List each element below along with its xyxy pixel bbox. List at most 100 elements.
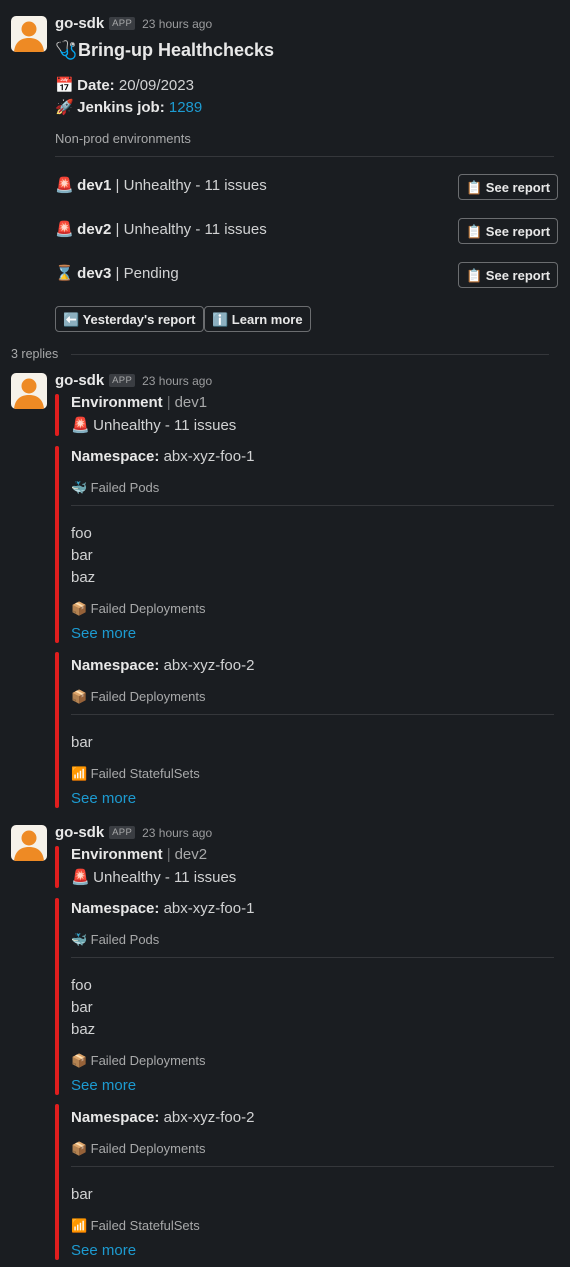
environment-label: Environment — [71, 394, 163, 411]
learn-more-button[interactable]: ℹ️ Learn more — [204, 306, 311, 332]
category-text: Failed Deployments — [90, 1141, 206, 1156]
category-text: Failed Deployments — [90, 601, 206, 616]
category-text: Failed Pods — [90, 480, 160, 495]
status-text: Unhealthy - 11 issues — [93, 417, 237, 434]
replies-count[interactable]: 3 replies — [11, 347, 58, 361]
package-icon: 📦 — [71, 602, 88, 617]
env-status: | Unhealthy - 11 issues — [115, 177, 267, 194]
env-status: | Unhealthy - 11 issues — [115, 221, 267, 238]
attachment-bar — [55, 446, 59, 643]
category-text: Failed StatefulSets — [90, 1218, 200, 1233]
app-badge: APP — [109, 826, 136, 839]
timestamp[interactable]: 23 hours ago — [142, 374, 212, 388]
username[interactable]: go-sdk — [55, 15, 104, 32]
environment-label: Environment — [71, 846, 163, 863]
list-item: baz — [71, 1021, 96, 1038]
date-value: 20/09/2023 — [118, 77, 194, 94]
date-label: Date: — [77, 77, 115, 94]
timestamp[interactable]: 23 hours ago — [142, 17, 212, 31]
failed-deployments-label: 📦 Failed Deployments — [71, 1053, 206, 1069]
rocket-icon: 🚀 — [55, 98, 74, 116]
environment-status: 🚨 Unhealthy - 11 issues — [71, 868, 236, 886]
stethoscope-icon: 🩺 — [55, 40, 78, 61]
status-text: Unhealthy - 11 issues — [93, 869, 237, 886]
signal-bars-icon: 📶 — [71, 1219, 88, 1234]
jenkins-line: 🚀 Jenkins job: 1289 — [55, 98, 202, 116]
list-item: bar — [71, 1186, 93, 1203]
environment-value: dev2 — [174, 846, 208, 863]
environment-field: Environment | dev2 — [71, 846, 208, 863]
timestamp[interactable]: 23 hours ago — [142, 826, 212, 840]
namespace-label: Namespace: — [71, 900, 160, 917]
app-badge: APP — [109, 17, 136, 30]
failed-deployments-label: 📦 Failed Deployments — [71, 689, 206, 705]
see-report-button-dev2[interactable]: 📋 See report — [458, 218, 559, 244]
failed-deployments-label: 📦 Failed Deployments — [71, 601, 206, 617]
attachment-bar — [55, 652, 59, 808]
attachment-bar — [55, 846, 59, 888]
namespace-field: Namespace: abx-xyz-foo-1 — [71, 900, 254, 917]
divider — [71, 957, 554, 958]
package-icon: 📦 — [71, 690, 88, 705]
package-icon: 📦 — [71, 1142, 88, 1157]
environment-status: 🚨 Unhealthy - 11 issues — [71, 416, 236, 434]
see-more-link[interactable]: See more — [71, 625, 136, 642]
env-row-dev2: 🚨 dev2 | Unhealthy - 11 issues — [55, 220, 267, 238]
package-icon: 📦 — [71, 1054, 88, 1069]
see-more-link[interactable]: See more — [71, 1242, 136, 1259]
date-line: 📅 Date: 20/09/2023 — [55, 76, 194, 94]
env-name: dev3 — [77, 265, 112, 282]
namespace-name: abx-xyz-foo-2 — [163, 657, 255, 674]
attachment-bar — [55, 394, 59, 436]
namespace-label: Namespace: — [71, 448, 160, 465]
namespace-name: abx-xyz-foo-1 — [163, 900, 255, 917]
divider — [71, 1166, 554, 1167]
jenkins-job-link[interactable]: 1289 — [169, 99, 202, 116]
divider — [71, 714, 554, 715]
see-more-link[interactable]: See more — [71, 790, 136, 807]
namespace-field: Namespace: abx-xyz-foo-1 — [71, 448, 254, 465]
namespace-label: Namespace: — [71, 1109, 160, 1126]
failed-statefulsets-label: 📶 Failed StatefulSets — [71, 1218, 200, 1234]
category-text: Failed Deployments — [90, 1053, 206, 1068]
env-name: dev1 — [77, 177, 112, 194]
failed-deployments-label: 📦 Failed Deployments — [71, 1141, 206, 1157]
list-item: baz — [71, 569, 96, 586]
siren-icon: 🚨 — [55, 220, 74, 238]
message-header: go-sdk APP 23 hours ago — [55, 15, 212, 32]
failed-pods-label: 🐳 Failed Pods — [71, 932, 159, 948]
message-title: 🩺 Bring-up Healthchecks — [55, 40, 274, 61]
env-status: | Pending — [115, 265, 179, 282]
see-more-link[interactable]: See more — [71, 1077, 136, 1094]
whale-icon: 🐳 — [71, 481, 88, 496]
environment-value: dev1 — [174, 394, 208, 411]
divider — [55, 156, 554, 157]
namespace-label: Namespace: — [71, 657, 160, 674]
replies-divider — [71, 354, 549, 355]
username[interactable]: go-sdk — [55, 824, 104, 841]
avatar[interactable] — [11, 825, 47, 861]
namespace-name: abx-xyz-foo-2 — [163, 1109, 255, 1126]
env-row-dev3: ⌛ dev3 | Pending — [55, 264, 179, 282]
avatar[interactable] — [11, 16, 47, 52]
see-report-button-dev1[interactable]: 📋 See report — [458, 174, 559, 200]
namespace-name: abx-xyz-foo-1 — [163, 448, 255, 465]
namespace-field: Namespace: abx-xyz-foo-2 — [71, 657, 254, 674]
env-name: dev2 — [77, 221, 112, 238]
list-item: bar — [71, 547, 93, 564]
list-item: foo — [71, 977, 92, 994]
category-text: Failed StatefulSets — [90, 766, 200, 781]
attachment-bar — [55, 898, 59, 1095]
failed-pods-label: 🐳 Failed Pods — [71, 480, 159, 496]
attachment-bar — [55, 1104, 59, 1260]
hourglass-icon: ⌛ — [55, 264, 74, 282]
list-item: foo — [71, 525, 92, 542]
list-item: bar — [71, 999, 93, 1016]
yesterday-report-button[interactable]: ⬅️ Yesterday's report — [55, 306, 204, 332]
jenkins-label: Jenkins job: — [77, 99, 165, 116]
see-report-button-dev3[interactable]: 📋 See report — [458, 262, 559, 288]
username[interactable]: go-sdk — [55, 372, 104, 389]
category-text: Failed Pods — [90, 932, 160, 947]
env-row-dev1: 🚨 dev1 | Unhealthy - 11 issues — [55, 176, 267, 194]
avatar[interactable] — [11, 373, 47, 409]
